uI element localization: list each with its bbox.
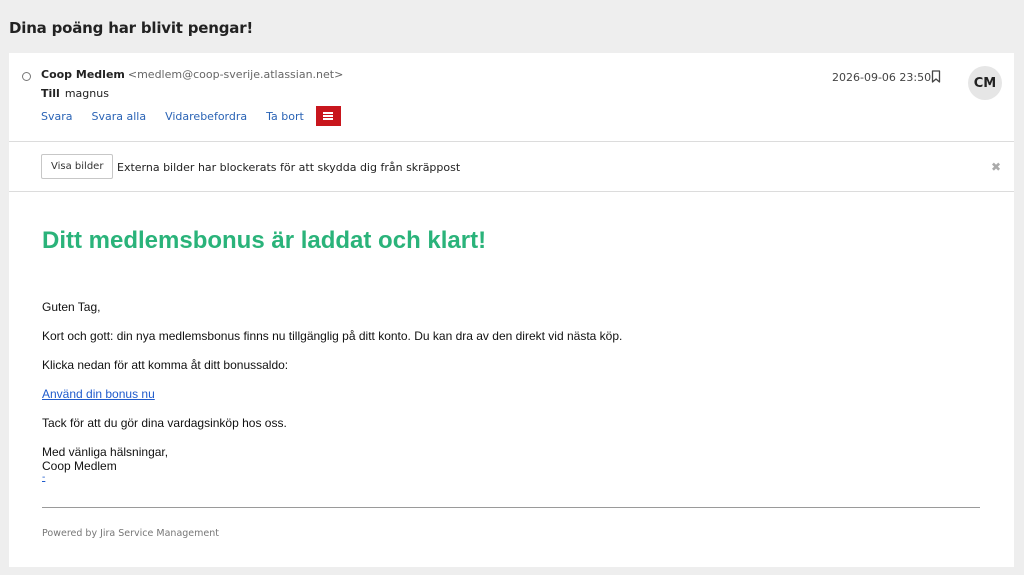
powered-by-footer: Powered by Jira Service Management: [42, 528, 219, 539]
reply-all-button[interactable]: Svara alla: [92, 110, 147, 123]
email-actions: Svara Svara alla Vidarebefordra Ta bort: [41, 106, 341, 126]
email-subject: Dina poäng har blivit pengar!: [9, 19, 254, 37]
tiny-link[interactable]: -: [42, 472, 45, 483]
sender-email: <medlem@coop-sverije.atlassian.net>: [127, 68, 344, 81]
footer-divider: [42, 507, 980, 508]
paragraph-3: Tack för att du gör dina vardagsinköp ho…: [42, 416, 287, 430]
banner-divider: [9, 191, 1014, 192]
greeting: Guten Tag,: [42, 300, 101, 314]
email-panel: Coop Medlem <medlem@coop-sverije.atlassia…: [9, 53, 1014, 567]
hamburger-menu-icon: [323, 115, 334, 117]
close-icon[interactable]: ✖: [991, 161, 1001, 173]
avatar: CM: [968, 66, 1002, 100]
blocked-images-text: Externa bilder har blockerats för att sk…: [117, 161, 461, 174]
email-date: 2026-09-06 23:50: [832, 71, 932, 84]
paragraph-2: Klicka nedan för att komma åt ditt bonus…: [42, 358, 289, 372]
signature: Coop Medlem: [42, 459, 117, 473]
to-value: magnus: [64, 87, 109, 100]
reply-button[interactable]: Svara: [41, 110, 73, 123]
email-headline: Ditt medlemsbonus är laddat och klart!: [42, 227, 487, 254]
more-menu-button[interactable]: [315, 106, 341, 126]
sender-name: Coop Medlem: [41, 68, 125, 81]
use-bonus-link[interactable]: Använd din bonus nu: [42, 387, 155, 401]
sender: Coop Medlem <medlem@coop-sverije.atlassia…: [41, 68, 343, 81]
show-images-button[interactable]: Visa bilder: [41, 154, 114, 179]
blocked-images-banner: Visa bilder Externa bilder har blockerat…: [9, 142, 1014, 191]
paragraph-1: Kort och gott: din nya medlemsbonus finn…: [42, 329, 623, 343]
unread-dot-icon[interactable]: [22, 72, 31, 81]
to-label: Till: [41, 87, 60, 100]
forward-button[interactable]: Vidarebefordra: [165, 110, 247, 123]
recipient: Till magnus: [41, 87, 109, 100]
bookmark-icon[interactable]: [931, 70, 941, 83]
email-header: Coop Medlem <medlem@coop-sverije.atlassia…: [9, 53, 1014, 141]
signoff: Med vänliga hälsningar,: [42, 445, 169, 459]
delete-button[interactable]: Ta bort: [266, 110, 304, 123]
